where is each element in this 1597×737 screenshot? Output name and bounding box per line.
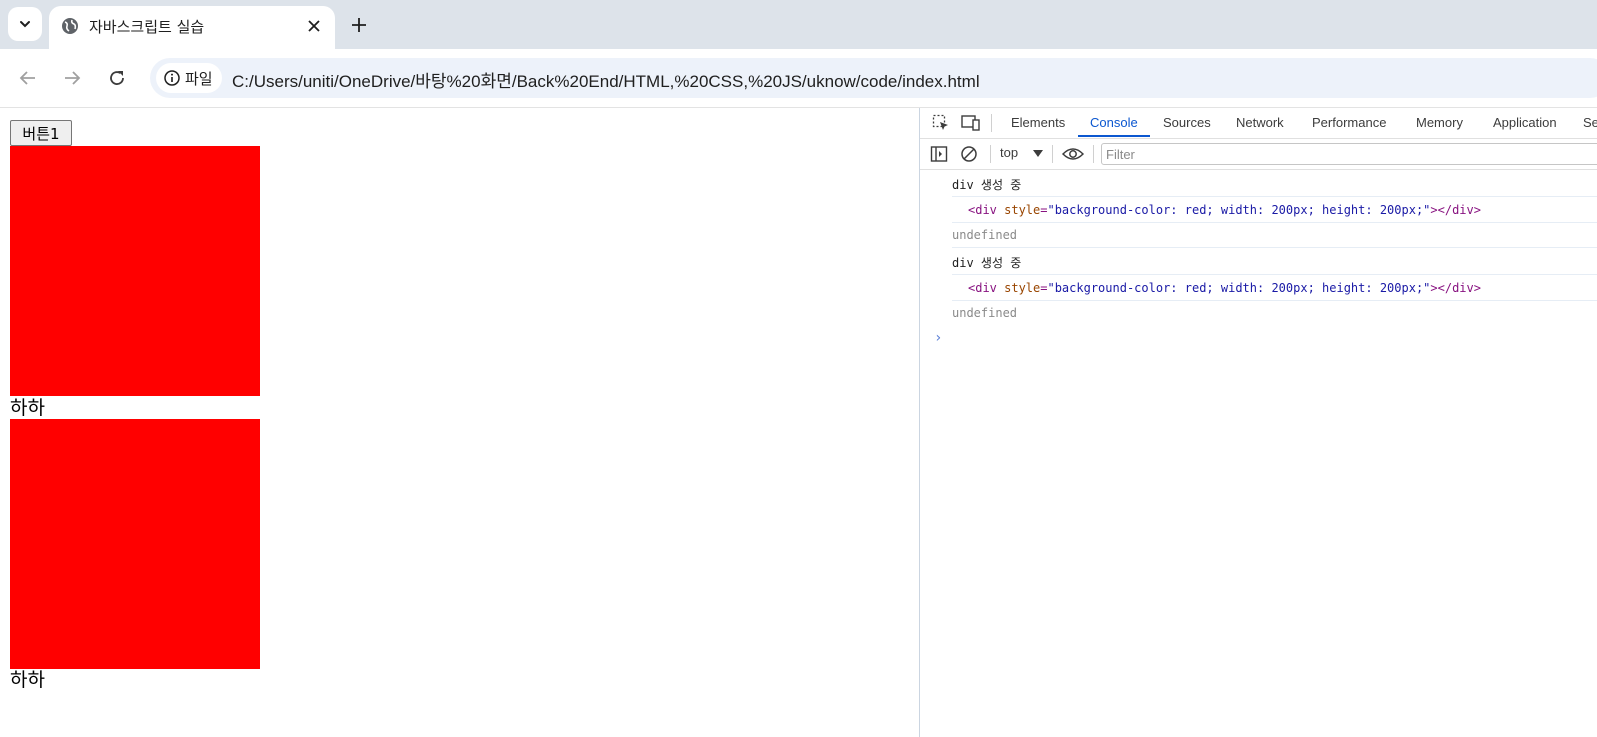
- inspect-element-button[interactable]: [930, 112, 952, 134]
- attr-name: style: [1004, 203, 1041, 217]
- browser-tab-active[interactable]: 자바스크립트 실습: [49, 6, 335, 49]
- caption-text: 하하: [10, 669, 45, 691]
- element-preview[interactable]: <div style="background-color: red; width…: [968, 203, 1481, 217]
- tab-close-button[interactable]: [303, 15, 325, 37]
- context-selector[interactable]: top: [1000, 145, 1018, 160]
- info-icon: [164, 70, 180, 86]
- console-toolbar: top: [920, 139, 1597, 170]
- tab-sources[interactable]: Sources: [1163, 115, 1211, 130]
- tab-performance[interactable]: Performance: [1312, 115, 1386, 130]
- tag-close: ></div>: [1430, 281, 1481, 295]
- tab-elements[interactable]: Elements: [1011, 115, 1065, 130]
- console-element-output[interactable]: <div style="background-color: red; width…: [952, 275, 1597, 301]
- page-button-1[interactable]: 버튼1: [10, 120, 72, 146]
- tab-security-truncated[interactable]: Se: [1583, 115, 1597, 130]
- element-preview[interactable]: <div style="background-color: red; width…: [968, 281, 1481, 295]
- attr-name: style: [1004, 281, 1041, 295]
- result-text: undefined: [952, 228, 1018, 242]
- site-info-chip[interactable]: 파일: [156, 63, 222, 93]
- eye-icon: [1062, 148, 1084, 160]
- red-box: [10, 146, 260, 396]
- console-prompt-icon[interactable]: ›: [934, 330, 942, 346]
- log-text: div 생성 중: [952, 178, 1022, 192]
- plus-icon: [352, 18, 366, 32]
- console-result: undefined: [952, 223, 1597, 248]
- tab-network[interactable]: Network: [1236, 115, 1284, 130]
- attr-value: "background-color: red; width: 200px; he…: [1047, 281, 1431, 295]
- tag-open: <div: [968, 203, 1005, 217]
- tag-close: ></div>: [1430, 203, 1481, 217]
- browser-toolbar: 파일 C:/Users/uniti/OneDrive/바탕%20화면/Back%…: [0, 49, 1597, 108]
- result-text: undefined: [952, 306, 1018, 320]
- console-element-output[interactable]: <div style="background-color: red; width…: [952, 197, 1597, 223]
- close-icon: [308, 20, 320, 32]
- url-text[interactable]: C:/Users/uniti/OneDrive/바탕%20화면/Back%20E…: [232, 67, 980, 92]
- device-icon: [961, 115, 980, 131]
- address-bar[interactable]: 파일 C:/Users/uniti/OneDrive/바탕%20화면/Back%…: [150, 58, 1597, 98]
- arrow-left-icon: [19, 71, 35, 85]
- chevron-down-icon: [20, 21, 30, 28]
- tab-application[interactable]: Application: [1493, 115, 1557, 130]
- console-log-message: div 생성 중: [952, 248, 1597, 275]
- toolbar-divider: [991, 114, 992, 132]
- caret-down-icon: [1033, 150, 1043, 157]
- forward-button[interactable]: [57, 63, 87, 93]
- arrow-right-icon: [65, 71, 81, 85]
- clear-console-button[interactable]: [958, 143, 980, 165]
- clear-icon: [961, 146, 977, 162]
- attr-value: "background-color: red; width: 200px; he…: [1047, 203, 1431, 217]
- sidebar-toggle-button[interactable]: [928, 143, 950, 165]
- console-log-message: div 생성 중: [952, 170, 1597, 197]
- inspect-cursor-icon: [932, 114, 948, 130]
- tag-open: <div: [968, 281, 1005, 295]
- toolbar-divider: [1052, 145, 1053, 163]
- active-tab-indicator: [1078, 135, 1150, 137]
- tab-console[interactable]: Console: [1090, 115, 1138, 130]
- filter-input[interactable]: [1101, 143, 1597, 165]
- caption-text: 하하: [10, 397, 45, 419]
- reload-icon: [110, 71, 124, 85]
- devtools-tab-bar: Elements Console Sources Network Perform…: [920, 108, 1597, 139]
- console-result: undefined: [952, 301, 1597, 326]
- device-toolbar-button[interactable]: [960, 112, 982, 134]
- toolbar-divider: [1093, 145, 1094, 163]
- reload-button[interactable]: [102, 63, 132, 93]
- devtools-panel: Elements Console Sources Network Perform…: [919, 108, 1597, 737]
- site-info-label: 파일: [185, 69, 213, 88]
- tab-memory[interactable]: Memory: [1416, 115, 1463, 130]
- toolbar-divider: [990, 145, 991, 163]
- log-text: div 생성 중: [952, 256, 1022, 270]
- tab-search-button[interactable]: [8, 7, 42, 41]
- new-tab-button[interactable]: [346, 12, 372, 38]
- red-box: [10, 419, 260, 669]
- globe-icon: [62, 18, 78, 34]
- page-viewport: 버튼1 하하 하하: [0, 108, 919, 737]
- tab-strip: 자바스크립트 실습: [0, 0, 1597, 49]
- tab-title: 자바스크립트 실습: [89, 18, 205, 36]
- sidebar-toggle-icon: [930, 146, 948, 162]
- back-button[interactable]: [13, 63, 43, 93]
- live-expression-button[interactable]: [1059, 143, 1087, 165]
